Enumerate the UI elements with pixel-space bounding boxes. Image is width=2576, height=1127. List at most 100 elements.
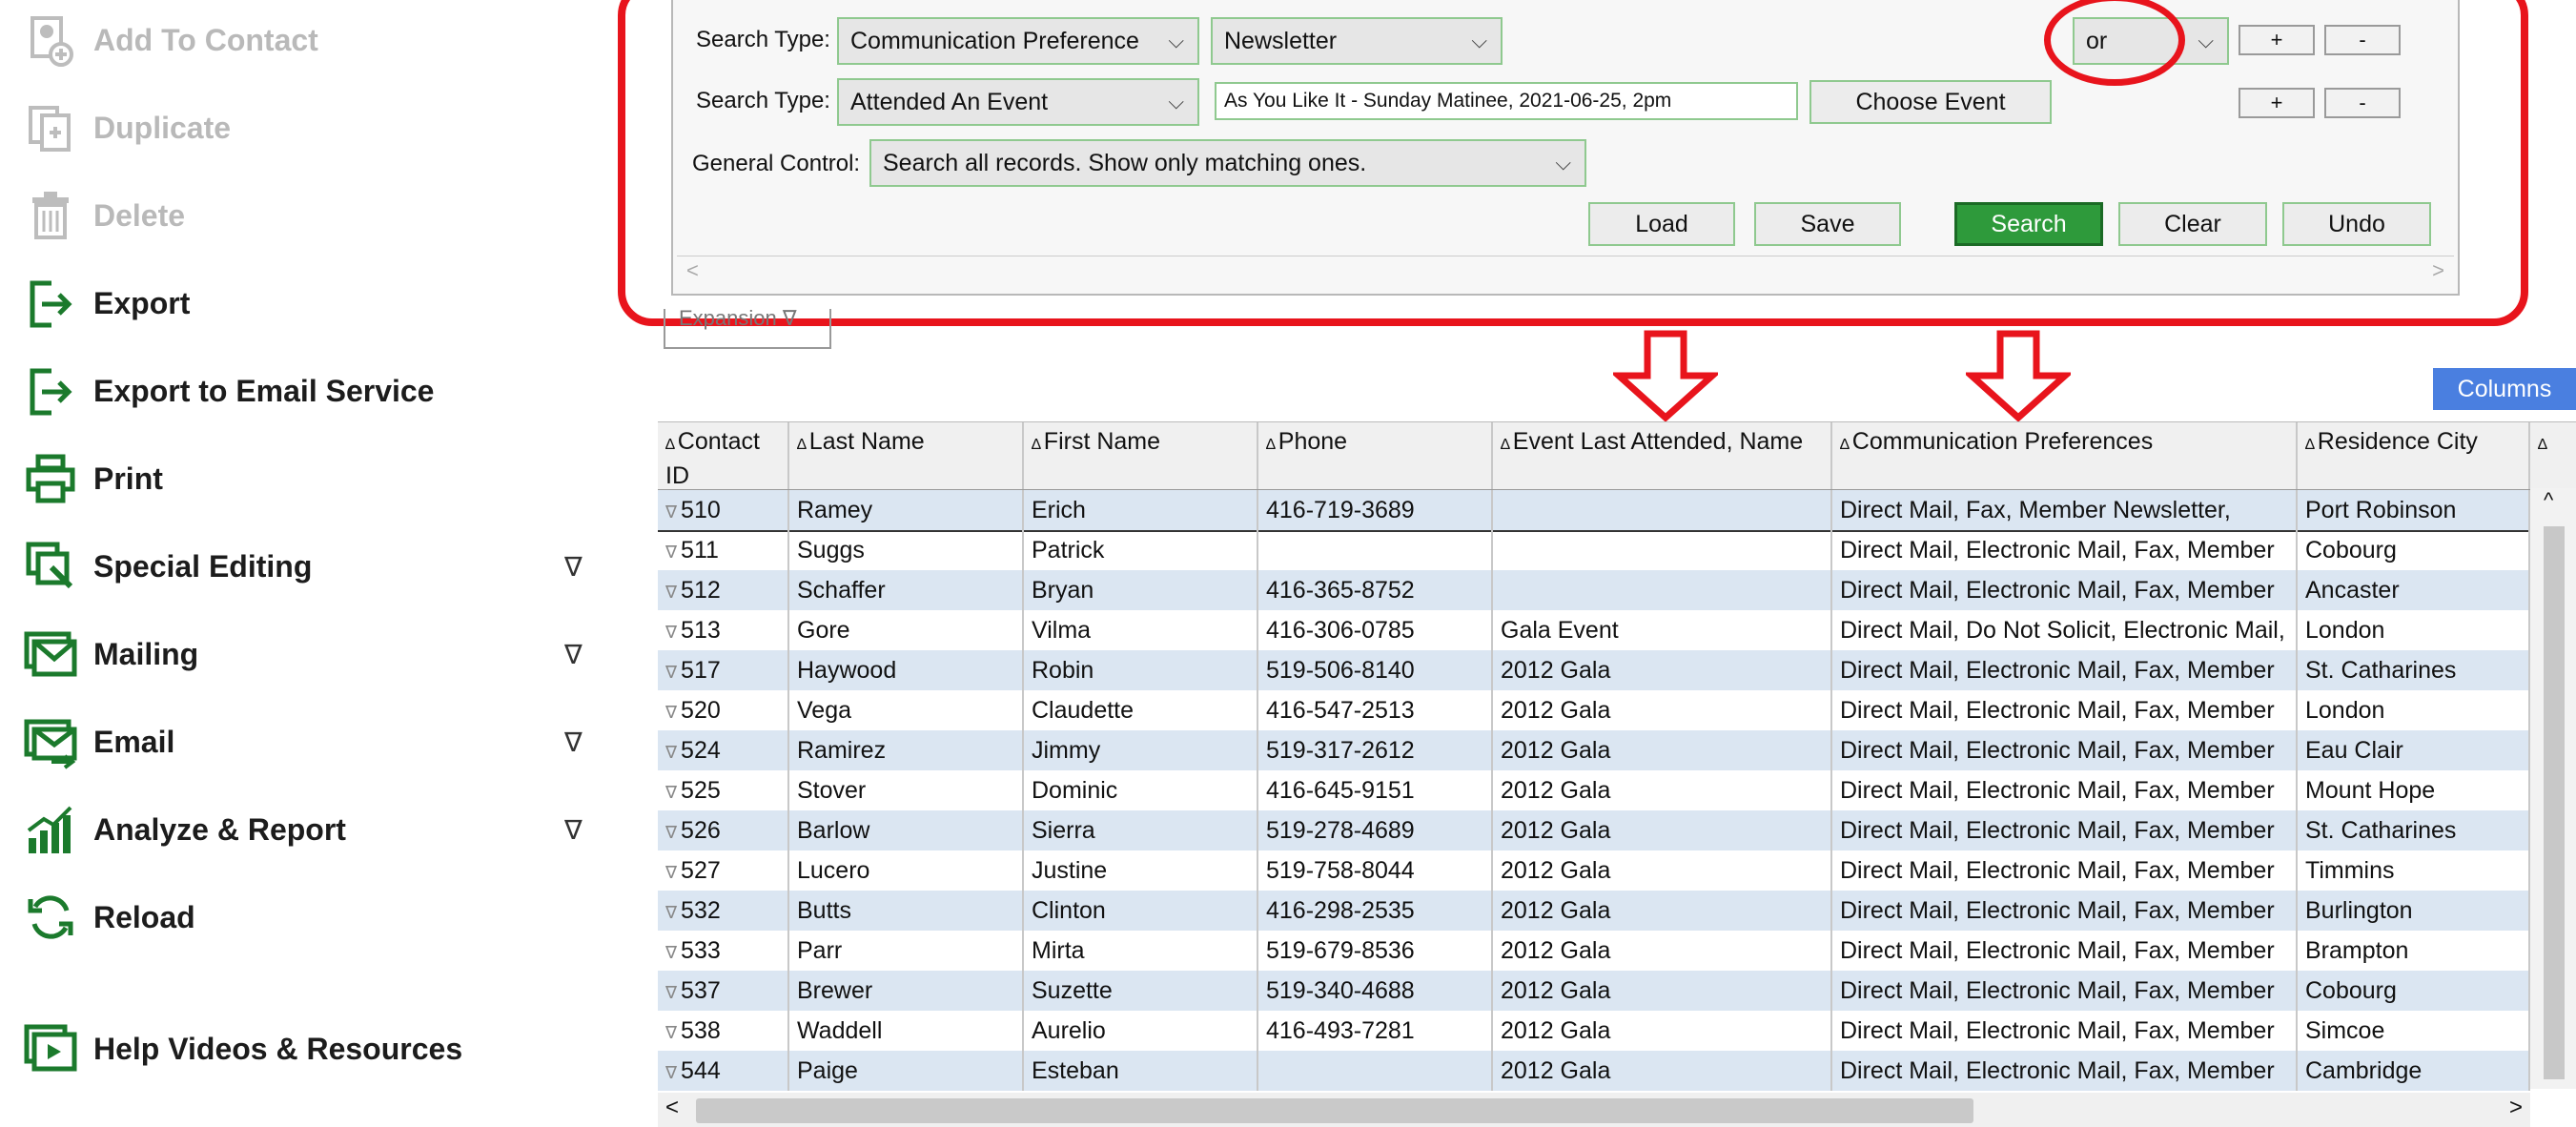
duplicate-icon <box>19 96 82 159</box>
cell-last-name: Gore <box>789 610 1024 650</box>
scrollbar-thumb[interactable] <box>696 1098 1973 1123</box>
row-expand-icon[interactable]: ∇ <box>665 703 677 722</box>
contacts-grid: ∆ Contact ID ∆ Last Name ∆ First Name ∆ Phon… <box>658 421 2576 1127</box>
cell-value: Haywood <box>797 657 897 684</box>
cell-city: Cobourg <box>2298 971 2530 1011</box>
column-header-first-name[interactable]: ∆ First Name <box>1024 422 1258 489</box>
column-header-phone[interactable]: ∆ Phone <box>1258 422 1493 489</box>
row-expand-icon[interactable]: ∇ <box>665 863 677 882</box>
cell-city: Mount Hope <box>2298 770 2530 810</box>
sidebar-item-mailing[interactable]: Mailing ∇ <box>19 616 591 692</box>
cell-communication: Direct Mail, Electronic Mail, Fax, Membe… <box>1832 810 2298 850</box>
row-expand-icon[interactable]: ∇ <box>665 823 677 842</box>
table-row[interactable]: ∇ 524 Ramirez Jimmy 519-317-2612 2012 Gala Dir… <box>658 730 2551 770</box>
table-row[interactable]: ∇ 513 Gore Vilma 416-306-0785 Gala Event Direc… <box>658 610 2551 650</box>
chevron-down-icon[interactable]: ∇ <box>564 727 583 758</box>
row-expand-icon[interactable]: ∇ <box>665 543 677 562</box>
cell-communication: Direct Mail, Do Not Solicit, Electronic … <box>1832 610 2298 650</box>
cell-phone: 416-306-0785 <box>1258 610 1493 650</box>
cell-communication: Direct Mail, Electronic Mail, Fax, Membe… <box>1832 891 2298 931</box>
sidebar: Add To Contact Duplicate Delete Export E… <box>0 0 610 1127</box>
column-header-residence-city[interactable]: ∆ Residence City <box>2298 422 2530 489</box>
cell-value: Clinton <box>1032 897 1106 924</box>
sidebar-item-help-videos[interactable]: Help Videos & Resources <box>19 1011 591 1087</box>
cell-value: Mirta <box>1032 937 1085 964</box>
table-row[interactable]: ∇ 533 Parr Mirta 519-679-8536 2012 Gala Direct… <box>658 931 2551 971</box>
column-header-event[interactable]: ∆ Event Last Attended, Name <box>1493 422 1832 489</box>
sidebar-item-special-editing[interactable]: Special Editing ∇ <box>19 528 591 604</box>
sidebar-item-email[interactable]: Email ∇ <box>19 704 591 780</box>
table-row[interactable]: ∇ 527 Lucero Justine 519-758-8044 2012 Gala Di… <box>658 850 2551 891</box>
scroll-up-icon[interactable]: ^ <box>2544 488 2553 513</box>
sidebar-item-label: Email <box>93 724 175 759</box>
column-header-communication[interactable]: ∆ Communication Preferences <box>1832 422 2298 489</box>
table-row[interactable]: ∇ 537 Brewer Suzette 519-340-4688 2012 Gala Di… <box>658 971 2551 1011</box>
sidebar-item-export-email-service[interactable]: Export to Email Service <box>19 353 591 429</box>
header-label: Communication Preferences <box>1851 428 2154 455</box>
table-row[interactable]: ∇ 544 Paige Esteban 2012 Gala Direct Mail, El… <box>658 1051 2551 1091</box>
expansion-toggle[interactable]: Expansion ∇ <box>664 309 831 349</box>
row-expand-icon[interactable]: ∇ <box>665 743 677 762</box>
row-expand-icon[interactable]: ∇ <box>665 583 677 602</box>
row-expand-icon[interactable]: ∇ <box>665 623 677 642</box>
sidebar-item-print[interactable]: Print <box>19 441 591 517</box>
bar-chart-icon <box>19 798 82 861</box>
cell-event: 2012 Gala <box>1493 850 1832 891</box>
table-row[interactable]: ∇ 525 Stover Dominic 416-645-9151 2012 Gala Di… <box>658 770 2551 810</box>
row-expand-icon[interactable]: ∇ <box>665 783 677 802</box>
row-expand-icon[interactable]: ∇ <box>665 1023 677 1042</box>
table-row[interactable]: ∇ 532 Butts Clinton 416-298-2535 2012 Gala Dir… <box>658 891 2551 931</box>
table-row[interactable]: ∇ 510 Ramey Erich 416-719-3689 Direct Mail, F… <box>658 490 2551 532</box>
sidebar-item-duplicate[interactable]: Duplicate <box>19 90 591 166</box>
cell-contact-id: ∇ 527 <box>658 850 789 891</box>
chevron-down-icon[interactable]: ∇ <box>564 551 583 583</box>
sidebar-item-label: Export <box>93 285 191 320</box>
cell-event: 2012 Gala <box>1493 810 1832 850</box>
column-header-more[interactable]: ∆ <box>2530 422 2576 489</box>
cell-value: Barlow <box>797 817 870 844</box>
sidebar-item-export[interactable]: Export <box>19 265 591 341</box>
row-expand-icon[interactable]: ∇ <box>665 663 677 682</box>
horizontal-scrollbar[interactable]: < > <box>658 1093 2530 1127</box>
column-header-contact-id[interactable]: ∆ Contact ID <box>658 422 789 489</box>
chevron-down-icon[interactable]: ∇ <box>564 639 583 670</box>
table-row[interactable]: ∇ 520 Vega Claudette 416-547-2513 2012 Gala Di… <box>658 690 2551 730</box>
cell-value: Simcoe <box>2305 1017 2385 1044</box>
table-row[interactable]: ∇ 512 Schaffer Bryan 416-365-8752 Direct Mail… <box>658 570 2551 610</box>
table-row[interactable]: ∇ 517 Haywood Robin 519-506-8140 2012 Gala Dir… <box>658 650 2551 690</box>
row-expand-icon[interactable]: ∇ <box>665 943 677 962</box>
sidebar-item-analyze-report[interactable]: Analyze & Report ∇ <box>19 791 591 868</box>
cell-last-name: Parr <box>789 931 1024 971</box>
row-expand-icon[interactable]: ∇ <box>665 502 677 522</box>
scrollbar-thumb[interactable] <box>2544 526 2565 1079</box>
row-expand-icon[interactable]: ∇ <box>665 1063 677 1082</box>
sidebar-item-add-to-contact[interactable]: Add To Contact <box>19 2 591 78</box>
table-row[interactable]: ∇ 538 Waddell Aurelio 416-493-7281 2012 Gala D… <box>658 1011 2551 1051</box>
sidebar-item-reload[interactable]: Reload <box>19 879 591 955</box>
cell-value: Direct Mail, Electronic Mail, Fax, Membe… <box>1840 537 2275 564</box>
sidebar-item-delete[interactable]: Delete <box>19 177 591 254</box>
scroll-right-icon[interactable]: > <box>2509 1095 2523 1121</box>
cell-value: Claudette <box>1032 697 1135 724</box>
cell-value: 544 <box>681 1057 721 1084</box>
table-row[interactable]: ∇ 526 Barlow Sierra 519-278-4689 2012 Gala Dir… <box>658 810 2551 850</box>
vertical-scrollbar[interactable]: ^ <box>2530 488 2576 1089</box>
cell-value: 517 <box>681 657 721 684</box>
row-expand-icon[interactable]: ∇ <box>665 903 677 922</box>
scroll-left-icon[interactable]: < <box>665 1095 679 1121</box>
cell-value: Gore <box>797 617 850 644</box>
cell-value: 526 <box>681 817 721 844</box>
cell-value: Direct Mail, Electronic Mail, Fax, Membe… <box>1840 897 2275 924</box>
sidebar-item-label: Special Editing <box>93 548 313 584</box>
header-label: Last Name <box>808 428 925 455</box>
cell-value: 519-278-4689 <box>1266 817 1415 844</box>
columns-button[interactable]: Columns <box>2433 368 2576 410</box>
cell-communication: Direct Mail, Fax, Member Newsletter, <box>1832 490 2298 530</box>
chevron-down-icon[interactable]: ∇ <box>564 814 583 846</box>
column-header-last-name[interactable]: ∆ Last Name <box>789 422 1024 489</box>
row-expand-icon[interactable]: ∇ <box>665 983 677 1002</box>
cell-value: Direct Mail, Electronic Mail, Fax, Membe… <box>1840 777 2275 804</box>
cell-event: 2012 Gala <box>1493 770 1832 810</box>
table-row[interactable]: ∇ 511 Suggs Patrick Direct Mail, Electronic … <box>658 530 2551 570</box>
sidebar-item-label: Add To Contact <box>93 22 318 57</box>
